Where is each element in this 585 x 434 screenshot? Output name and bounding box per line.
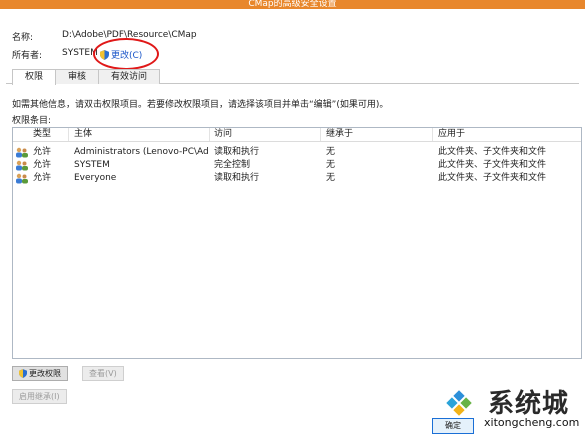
tab-auditing[interactable]: 审核 bbox=[55, 69, 100, 84]
change-permissions-button[interactable]: 更改权限 bbox=[12, 366, 68, 381]
view-button[interactable]: 查看(V) bbox=[82, 366, 124, 381]
window-title: CMap的高级安全设置 bbox=[0, 0, 585, 9]
table-row[interactable]: 允许 Administrators (Lenovo-PC\Admi... 读取和… bbox=[13, 146, 581, 159]
highlight-circle bbox=[93, 38, 159, 70]
owner-label: 所有者: bbox=[12, 51, 43, 61]
tab-strip: 权限 审核 有效访问 bbox=[12, 69, 161, 85]
tab-effective-access[interactable]: 有效访问 bbox=[98, 69, 161, 84]
column-divider[interactable] bbox=[68, 128, 69, 141]
row-inherited: 无 bbox=[326, 173, 336, 183]
row-inherited: 无 bbox=[326, 147, 336, 157]
enable-inheritance-button[interactable]: 启用继承(I) bbox=[12, 389, 67, 404]
column-divider[interactable] bbox=[320, 128, 321, 141]
column-header-type[interactable]: 类型 bbox=[33, 128, 51, 141]
row-access: 完全控制 bbox=[214, 160, 251, 170]
permission-entries-list[interactable]: 类型 主体 访问 继承于 应用于 允许 Administrators (Leno… bbox=[12, 127, 582, 359]
row-inherited: 无 bbox=[326, 160, 336, 170]
table-row[interactable]: 允许 Everyone 读取和执行 无 此文件夹、子文件夹和文件 bbox=[13, 172, 581, 185]
user-group-icon bbox=[16, 173, 28, 184]
row-principal: SYSTEM bbox=[74, 160, 110, 170]
row-applies-to: 此文件夹、子文件夹和文件 bbox=[438, 147, 547, 157]
permission-entries-label: 权限条目: bbox=[12, 116, 52, 126]
column-header-principal[interactable]: 主体 bbox=[74, 128, 92, 141]
column-divider[interactable] bbox=[209, 128, 210, 141]
row-access: 读取和执行 bbox=[214, 173, 260, 183]
row-access: 读取和执行 bbox=[214, 147, 260, 157]
name-label: 名称: bbox=[12, 33, 34, 43]
list-header: 类型 主体 访问 继承于 应用于 bbox=[13, 128, 581, 142]
uac-shield-icon bbox=[19, 369, 27, 378]
tab-permissions[interactable]: 权限 bbox=[12, 69, 57, 85]
change-permissions-label[interactable]: 更改权限 bbox=[29, 367, 61, 380]
row-type: 允许 bbox=[33, 147, 52, 157]
row-applies-to: 此文件夹、子文件夹和文件 bbox=[438, 173, 547, 183]
user-group-icon bbox=[16, 147, 28, 158]
column-header-applies-to[interactable]: 应用于 bbox=[438, 128, 465, 141]
column-divider[interactable] bbox=[432, 128, 433, 141]
row-type: 允许 bbox=[33, 160, 52, 170]
row-applies-to: 此文件夹、子文件夹和文件 bbox=[438, 160, 547, 170]
column-header-inherited[interactable]: 继承于 bbox=[326, 128, 353, 141]
table-row[interactable]: 允许 SYSTEM 完全控制 无 此文件夹、子文件夹和文件 bbox=[13, 159, 581, 172]
column-header-access[interactable]: 访问 bbox=[214, 128, 232, 141]
watermark-brand: 系统城 bbox=[488, 389, 570, 419]
row-principal: Administrators (Lenovo-PC\Admi... bbox=[74, 147, 208, 157]
row-type: 允许 bbox=[33, 173, 52, 183]
instructions-text: 如需其他信息，请双击权限项目。若要修改权限项目，请选择该项目并单击“编辑”(如果… bbox=[12, 100, 389, 110]
watermark-url: xitongcheng.com bbox=[484, 416, 580, 429]
user-group-icon bbox=[16, 160, 28, 171]
row-principal: Everyone bbox=[74, 173, 117, 183]
